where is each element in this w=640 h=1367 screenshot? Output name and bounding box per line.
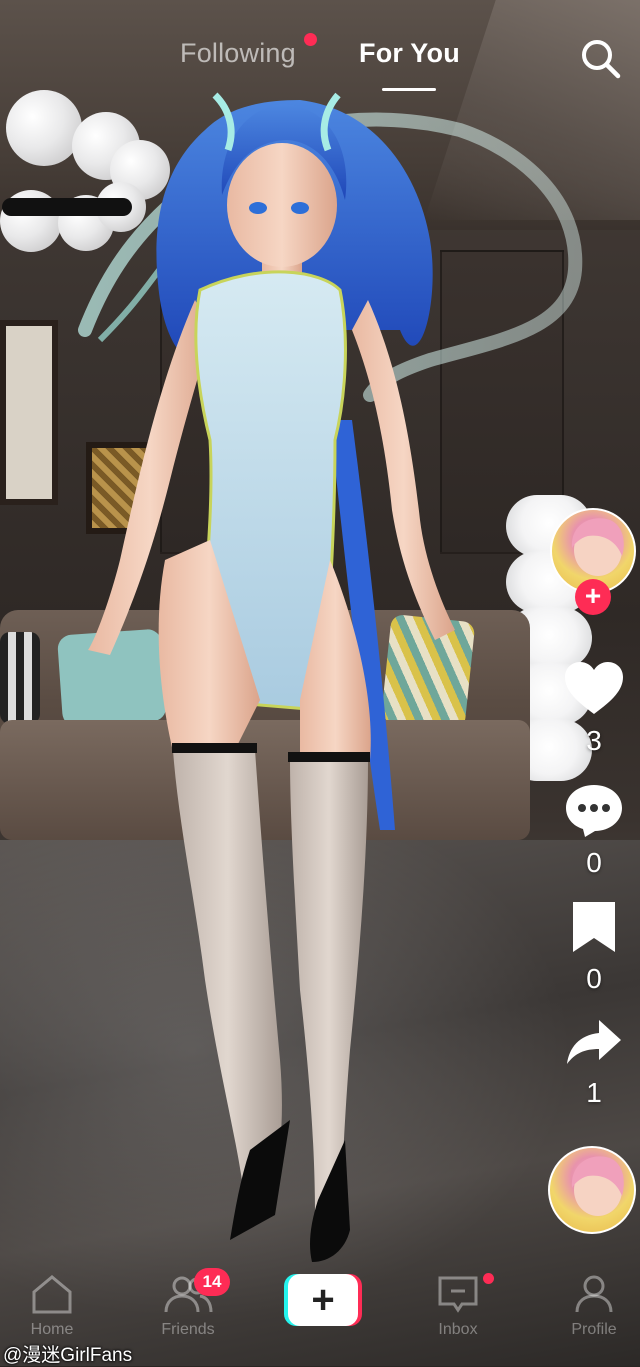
sound-disc-avatar[interactable] bbox=[548, 1146, 636, 1234]
feed-tabs: Following For You bbox=[0, 33, 640, 98]
tab-for-you[interactable]: For You bbox=[359, 38, 460, 69]
bookmark-button[interactable]: 0 bbox=[558, 900, 630, 995]
nav-home[interactable]: Home bbox=[12, 1274, 92, 1339]
nav-profile[interactable]: Profile bbox=[554, 1274, 634, 1339]
share-icon bbox=[567, 1020, 621, 1064]
comment-icon bbox=[566, 785, 622, 837]
create-button[interactable]: + bbox=[284, 1274, 362, 1326]
follow-button[interactable]: + bbox=[575, 579, 611, 615]
nav-friends-label: Friends bbox=[161, 1321, 215, 1338]
comment-count: 0 bbox=[586, 847, 602, 878]
video-character bbox=[78, 92, 583, 1262]
bookmark-icon bbox=[573, 902, 615, 952]
nav-home-label: Home bbox=[30, 1321, 74, 1338]
share-count: 1 bbox=[586, 1077, 602, 1108]
active-tab-indicator bbox=[382, 88, 436, 91]
inbox-icon bbox=[438, 1276, 478, 1313]
search-button[interactable] bbox=[578, 36, 622, 80]
bookmark-count: 0 bbox=[586, 963, 602, 994]
profile-icon bbox=[575, 1275, 613, 1313]
plus-icon: + bbox=[288, 1274, 358, 1326]
heart-icon bbox=[565, 662, 623, 714]
like-button[interactable]: 3 bbox=[558, 660, 630, 757]
following-notification-dot bbox=[304, 33, 317, 46]
nav-profile-label: Profile bbox=[571, 1321, 617, 1338]
friends-badge: 14 bbox=[194, 1268, 230, 1296]
comment-button[interactable]: 0 bbox=[558, 782, 630, 879]
watermark: @漫迷GirlFans bbox=[3, 1345, 133, 1366]
nav-inbox-label: Inbox bbox=[438, 1321, 478, 1338]
inbox-notification-dot bbox=[483, 1273, 494, 1284]
like-count: 3 bbox=[586, 725, 602, 756]
search-icon bbox=[582, 40, 621, 79]
share-button[interactable]: 1 bbox=[558, 1018, 630, 1109]
tab-following[interactable]: Following bbox=[180, 38, 296, 69]
avatar-image bbox=[571, 1156, 624, 1216]
home-icon bbox=[32, 1275, 72, 1314]
